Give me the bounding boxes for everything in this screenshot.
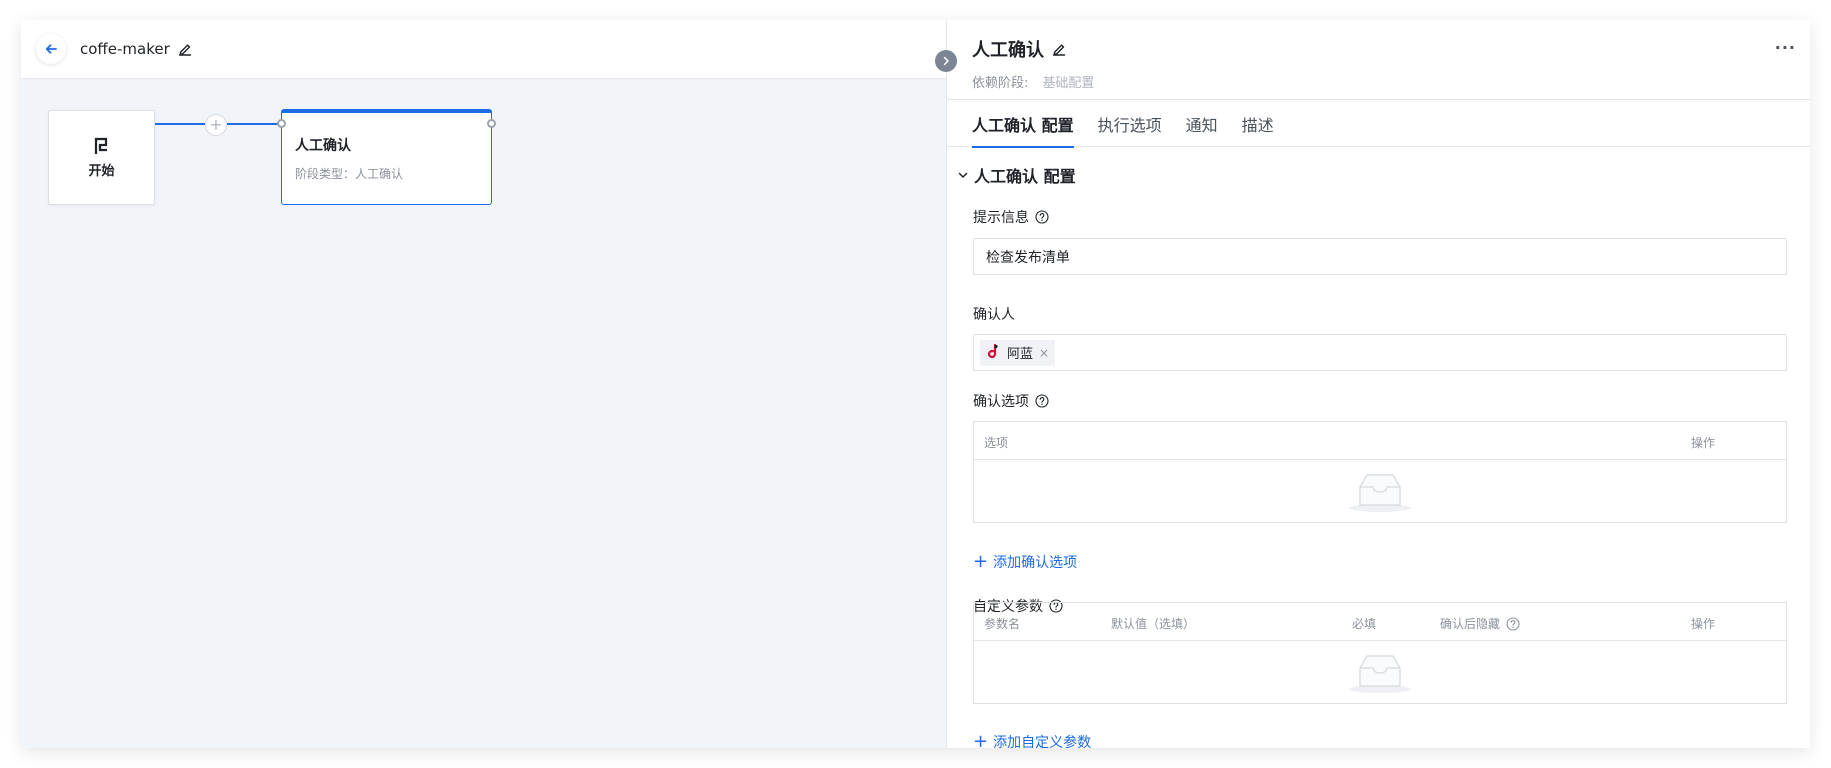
column-header-option: 选项	[984, 436, 1009, 450]
start-node[interactable]: 开始	[48, 110, 155, 205]
add-custom-param-button[interactable]: + 添加自定义参数	[973, 731, 1092, 749]
confirmer-label: 确认人	[973, 307, 1015, 323]
section-title: 人工确认 配置	[974, 167, 1076, 186]
connector-line-left	[155, 123, 205, 125]
panel-title: 人工确认	[972, 36, 1066, 62]
hide-after-confirm-label: 确认后隐藏	[1440, 617, 1501, 631]
empty-state	[974, 460, 1786, 522]
options-table: 选项 操作	[973, 421, 1787, 523]
arrow-left-icon	[45, 44, 57, 54]
help-icon[interactable]	[1506, 616, 1520, 631]
more-actions-button[interactable]: ···	[1775, 38, 1796, 57]
column-header-param-name: 参数名	[984, 617, 1021, 631]
prompt-input-value: 检查发布清单	[986, 249, 1070, 266]
tab-description[interactable]: 描述	[1242, 100, 1274, 147]
empty-inbox-icon	[1349, 655, 1411, 693]
edit-stage-name-button[interactable]	[1052, 42, 1066, 56]
pencil-icon	[1052, 44, 1066, 56]
stage-node-title: 人工确认	[295, 138, 351, 154]
prompt-label: 提示信息	[973, 210, 1029, 226]
stage-input-port[interactable]	[277, 119, 286, 128]
stage-config-panel: 人工确认 依赖阶段: 基础配置 ··· 人工确认 配置 执行选项 通知 描述 人工…	[946, 20, 1810, 748]
tab-manual-confirm-config[interactable]: 人工确认 配置	[972, 100, 1074, 148]
stage-node-type: 阶段类型：人工确认	[295, 167, 404, 181]
panel-header: 人工确认 依赖阶段: 基础配置 ···	[947, 20, 1810, 100]
add-confirm-option-label: 添加确认选项	[993, 555, 1078, 571]
flag-icon	[94, 137, 107, 154]
column-header-hide-after-confirm: 确认后隐藏	[1440, 615, 1520, 632]
params-table-header: 参数名 默认值（选填） 必填 确认后隐藏 操作	[974, 603, 1786, 641]
stage-output-port[interactable]	[487, 119, 496, 128]
dependency-label: 依赖阶段:	[972, 76, 1029, 91]
tab-execution-options[interactable]: 执行选项	[1098, 100, 1162, 147]
params-table: 参数名 默认值（选填） 必填 确认后隐藏 操作	[973, 602, 1787, 704]
prompt-input[interactable]: 检查发布清单	[973, 238, 1787, 275]
dependency-value: 基础配置	[1042, 76, 1095, 91]
plus-icon: +	[973, 731, 989, 749]
column-header-actions: 操作	[1691, 617, 1716, 631]
add-confirm-option-button[interactable]: + 添加确认选项	[973, 552, 1077, 572]
help-icon[interactable]	[1035, 394, 1049, 408]
chevron-down-icon	[956, 170, 970, 180]
back-button[interactable]	[36, 34, 66, 64]
help-icon[interactable]	[1035, 210, 1049, 224]
pipeline-name: coffe-maker	[80, 40, 170, 58]
collapse-panel-button[interactable]	[935, 50, 957, 72]
add-stage-button[interactable]: +	[205, 114, 227, 136]
panel-title-text: 人工确认	[972, 40, 1044, 61]
avatar	[986, 343, 1002, 362]
edit-pipeline-name-button[interactable]	[178, 42, 192, 56]
pencil-icon	[178, 44, 191, 56]
canvas-header: coffe-maker	[21, 20, 947, 79]
prompt-field-label: 提示信息	[973, 207, 1049, 227]
options-label: 确认选项	[973, 394, 1029, 410]
config-tabs: 人工确认 配置 执行选项 通知 描述	[947, 100, 1810, 148]
user-tag-label: 阿蓝	[1007, 347, 1034, 362]
more-icon: ···	[1774, 38, 1796, 57]
start-node-label: 开始	[88, 164, 115, 179]
chevron-right-icon	[943, 56, 949, 66]
empty-state	[974, 641, 1786, 703]
column-header-required: 必填	[1352, 617, 1377, 631]
confirmer-field-label: 确认人	[973, 304, 1015, 324]
section-toggle[interactable]: 人工确认 配置	[956, 163, 1076, 187]
connector-line-right	[227, 123, 281, 125]
column-header-actions: 操作	[1691, 436, 1716, 450]
options-table-header: 选项 操作	[974, 422, 1786, 460]
app-window: coffe-maker 开始 + 人工确认 阶段类型：人工确认 人工确认 依赖阶…	[21, 20, 1810, 748]
add-custom-param-label: 添加自定义参数	[993, 735, 1092, 748]
plus-icon: +	[209, 115, 223, 134]
dependency-row: 依赖阶段: 基础配置	[972, 72, 1094, 91]
options-field-label: 确认选项	[973, 391, 1049, 411]
column-header-default-value: 默认值（选填）	[1111, 617, 1196, 631]
pipeline-canvas[interactable]: coffe-maker 开始 + 人工确认 阶段类型：人工确认	[21, 20, 947, 748]
tab-notification[interactable]: 通知	[1186, 100, 1218, 147]
confirmer-select[interactable]: 阿蓝 ×	[973, 334, 1787, 371]
remove-tag-button[interactable]: ×	[1039, 346, 1049, 360]
empty-inbox-icon	[1349, 474, 1411, 512]
plus-icon: +	[973, 551, 989, 572]
user-tag: 阿蓝 ×	[980, 339, 1056, 366]
stage-node-manual-confirm[interactable]: 人工确认 阶段类型：人工确认	[281, 109, 492, 205]
